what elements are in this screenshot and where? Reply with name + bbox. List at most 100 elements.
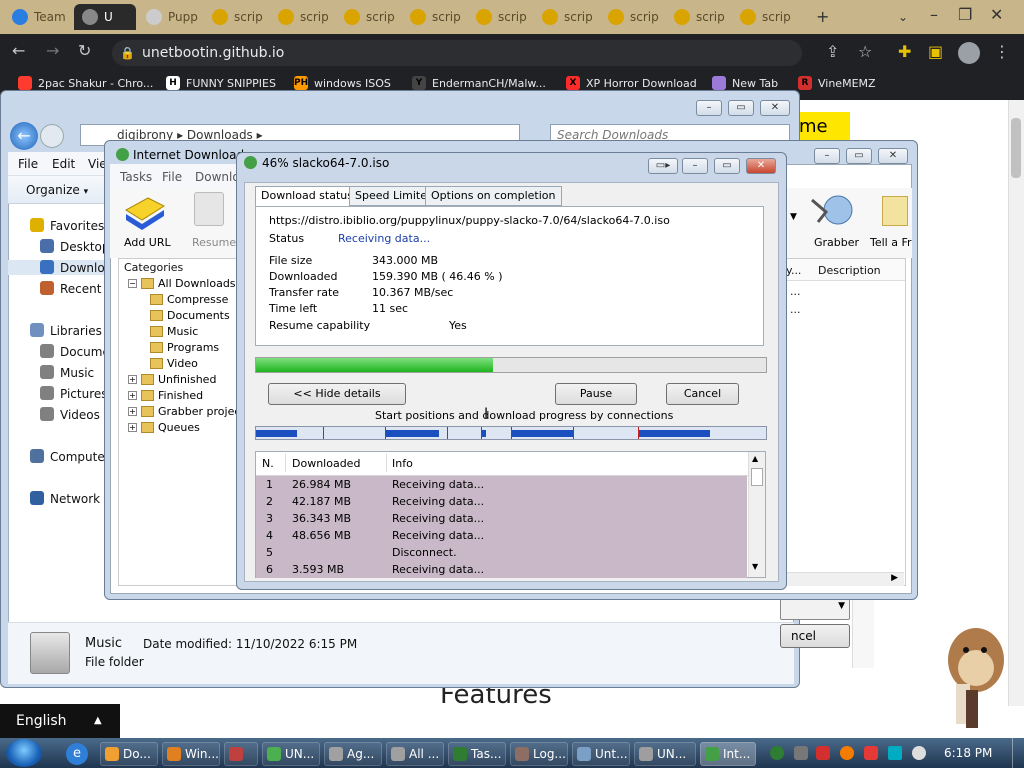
- category-item[interactable]: Compresse: [150, 293, 228, 306]
- nav-item[interactable]: Docume: [40, 344, 110, 359]
- col-header-info[interactable]: Info: [392, 457, 413, 470]
- organize-button[interactable]: Organize ▾: [26, 183, 88, 197]
- scroll-thumb[interactable]: [751, 468, 763, 486]
- expand-toggle-icon[interactable]: +: [128, 391, 137, 400]
- taskbar-item[interactable]: Win...: [162, 742, 220, 766]
- taskbar-item[interactable]: Ag...: [324, 742, 382, 766]
- reload-icon[interactable]: ↻: [78, 43, 91, 59]
- chevron-down-icon[interactable]: ▼: [790, 212, 797, 222]
- explorer-forward-icon[interactable]: [40, 124, 64, 148]
- nav-item[interactable]: Network: [30, 491, 100, 506]
- explorer-menu-file[interactable]: File: [18, 157, 38, 171]
- bookmark-item[interactable]: 2pac Shakur - Chro...: [18, 76, 153, 90]
- grabber-button[interactable]: Grabber: [808, 192, 864, 249]
- connections-table-scrollbar[interactable]: ▲ ▼: [748, 452, 765, 577]
- taskbar-clock[interactable]: 6:18 PM: [944, 746, 992, 760]
- bookmark-item[interactable]: X XP Horror Download: [566, 76, 697, 90]
- idm-minimize-button[interactable]: –: [814, 148, 840, 164]
- tray-search-icon[interactable]: [840, 746, 854, 760]
- scroll-right-icon[interactable]: ▶: [891, 573, 898, 583]
- nav-item[interactable]: Libraries: [30, 323, 102, 338]
- category-item[interactable]: Documents: [150, 309, 230, 322]
- browser-tab[interactable]: scrip: [600, 4, 664, 30]
- scroll-up-icon[interactable]: ▲: [752, 454, 758, 463]
- idm-menu-downloads[interactable]: Downlo: [195, 170, 240, 184]
- taskbar-item[interactable]: All ...: [386, 742, 444, 766]
- nav-item[interactable]: Pictures: [40, 386, 108, 401]
- lock-icon[interactable]: 🔒: [120, 45, 135, 61]
- idm-list-hscrollbar[interactable]: ▶: [786, 572, 904, 586]
- list-header-col[interactable]: y...: [786, 264, 801, 277]
- tab-options-on-completion[interactable]: Options on completion: [425, 186, 562, 206]
- connection-row[interactable]: 1 26.984 MB Receiving data...: [256, 476, 747, 493]
- connection-row[interactable]: 6 3.593 MB Receiving data...: [256, 561, 747, 578]
- tray-idm-icon[interactable]: [770, 746, 784, 760]
- nav-item[interactable]: Videos: [40, 407, 100, 422]
- dialog-minimize-button[interactable]: –: [682, 158, 708, 174]
- browser-tab[interactable]: scrip: [204, 4, 268, 30]
- scroll-down-icon[interactable]: ▼: [752, 562, 758, 571]
- window-minimize-button[interactable]: –: [930, 7, 938, 23]
- expand-toggle-icon[interactable]: +: [128, 375, 137, 384]
- category-item[interactable]: + Unfinished: [128, 373, 216, 386]
- browser-tab[interactable]: scrip: [336, 4, 400, 30]
- dialog-maximize-button[interactable]: ▭: [714, 158, 740, 174]
- idm-menu-file[interactable]: File: [162, 170, 182, 184]
- explorer-minimize-button[interactable]: –: [696, 100, 722, 116]
- explorer-maximize-button[interactable]: ▭: [728, 100, 754, 116]
- add-url-button[interactable]: Add URL: [118, 192, 172, 249]
- browser-tab[interactable]: Team: [4, 4, 72, 30]
- nav-item[interactable]: Recent P: [40, 281, 113, 296]
- tray-flag-icon[interactable]: [864, 746, 878, 760]
- category-item[interactable]: + Queues: [128, 421, 200, 434]
- bookmark-star-icon[interactable]: ☆: [858, 44, 872, 60]
- category-item[interactable]: Video: [150, 357, 198, 370]
- page-scrollbar-thumb[interactable]: [1011, 118, 1021, 178]
- category-item[interactable]: + Grabber projec: [128, 405, 240, 418]
- profile-avatar[interactable]: [958, 42, 980, 64]
- taskbar-item[interactable]: Do...: [100, 742, 158, 766]
- browser-tab[interactable]: scrip: [270, 4, 334, 30]
- idm-menu-tasks[interactable]: Tasks: [120, 170, 152, 184]
- back-arrow-icon[interactable]: ←: [12, 43, 25, 59]
- taskbar-item[interactable]: Unt...: [572, 742, 630, 766]
- tray-app-icon[interactable]: [794, 746, 808, 760]
- taskbar-item[interactable]: UN...: [262, 742, 320, 766]
- explorer-close-button[interactable]: ✕: [760, 100, 790, 116]
- ie-icon[interactable]: e: [66, 743, 88, 765]
- forward-arrow-icon[interactable]: →: [46, 43, 59, 59]
- window-close-button[interactable]: ✕: [990, 7, 1003, 23]
- page-scrollbar[interactable]: [1008, 100, 1024, 706]
- idm-close-button[interactable]: ✕: [878, 148, 908, 164]
- list-header-description[interactable]: Description: [818, 264, 881, 277]
- browser-tab[interactable]: scrip: [732, 4, 796, 30]
- browser-tab[interactable]: scrip: [468, 4, 532, 30]
- cancel-button[interactable]: Cancel: [666, 383, 739, 405]
- explorer-cancel-button[interactable]: ncel: [780, 624, 850, 648]
- bookmark-item[interactable]: H FUNNY SNIPPIES: [166, 76, 276, 90]
- window-restore-button[interactable]: ❐: [958, 7, 972, 23]
- explorer-menu-edit[interactable]: Edit: [52, 157, 75, 171]
- nav-item[interactable]: Music: [40, 365, 94, 380]
- browser-tab[interactable]: Pupp: [138, 4, 202, 30]
- resume-button[interactable]: Resume: [186, 192, 236, 249]
- expand-toggle-icon[interactable]: +: [128, 407, 137, 416]
- share-icon[interactable]: ⇪: [826, 44, 839, 60]
- nav-item[interactable]: Downlo: [8, 260, 108, 275]
- tray-vivaldi-icon[interactable]: [816, 746, 830, 760]
- tab-search-chevron-icon[interactable]: ⌄: [898, 9, 908, 25]
- connection-row[interactable]: 5 Disconnect.: [256, 544, 747, 561]
- expand-toggle-icon[interactable]: −: [128, 279, 137, 288]
- taskbar-item[interactable]: Int...: [700, 742, 756, 766]
- nav-item[interactable]: Favorites: [30, 218, 104, 233]
- address-bar[interactable]: unetbootin.github.io: [112, 40, 802, 66]
- browser-tab[interactable]: scrip: [666, 4, 730, 30]
- col-header-downloaded[interactable]: Downloaded: [292, 457, 360, 470]
- category-item[interactable]: − All Downloads: [128, 277, 236, 290]
- tray-network-icon[interactable]: [888, 746, 902, 760]
- connection-row[interactable]: 4 48.656 MB Receiving data...: [256, 527, 747, 544]
- browser-tab[interactable]: scrip: [534, 4, 598, 30]
- connection-row[interactable]: 2 42.187 MB Receiving data...: [256, 493, 747, 510]
- show-desktop-button[interactable]: [1012, 738, 1024, 768]
- taskbar-item[interactable]: Tas...: [448, 742, 506, 766]
